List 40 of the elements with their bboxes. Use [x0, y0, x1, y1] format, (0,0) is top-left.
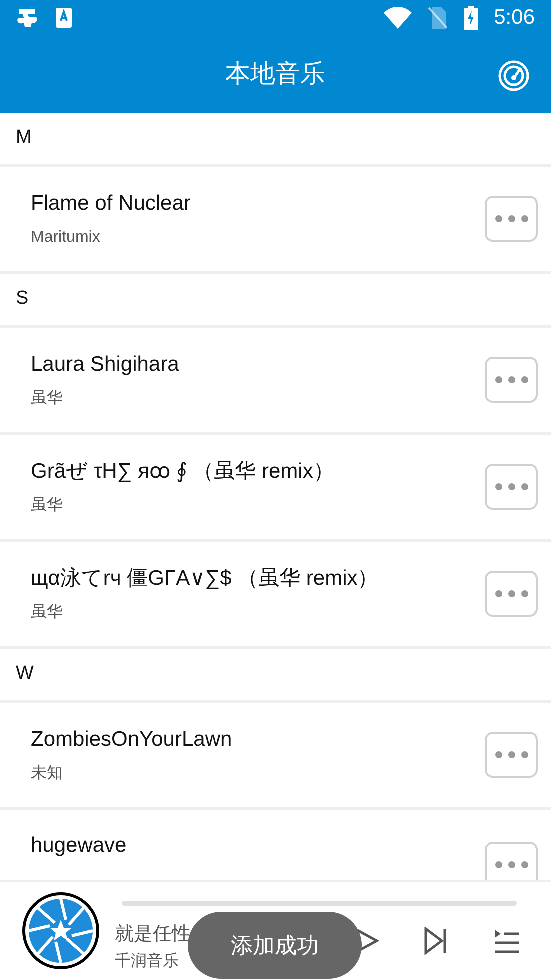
radar-icon[interactable] [498, 60, 530, 92]
track-artist: 千润音乐 [115, 952, 179, 972]
playlist-icon[interactable] [494, 929, 520, 955]
more-button[interactable] [485, 196, 538, 242]
more-icon [494, 751, 528, 759]
more-icon [494, 376, 528, 384]
skip-next-icon[interactable] [424, 927, 448, 955]
toast-message: 添加成功 [231, 932, 319, 960]
page-title: 本地音乐 [226, 58, 326, 90]
more-button[interactable] [485, 571, 538, 617]
song-artist: Maritumix [31, 228, 102, 248]
more-button[interactable] [485, 357, 538, 403]
song-artist: 虽华 [31, 496, 64, 516]
song-title[interactable]: hugewave [31, 830, 485, 862]
keyboard-icon [56, 8, 72, 28]
section-letter: S [16, 287, 29, 312]
song-artist: 虽华 [31, 388, 64, 409]
more-icon [494, 861, 528, 869]
song-title[interactable]: щα泳てrч 僵GΓA∨∑$ （虽华 remix） [31, 563, 485, 595]
song-artist: 未知 [31, 764, 64, 784]
more-icon [494, 483, 528, 491]
more-icon [494, 215, 528, 223]
more-button[interactable] [485, 842, 538, 880]
album-art[interactable] [22, 892, 100, 970]
song-artist: 虽华 [31, 602, 64, 623]
song-title[interactable]: Grãぜ τH∑ яꝏ ∮ （虽华 remix） [31, 456, 485, 488]
section-letter: M [16, 126, 32, 150]
track-title: 就是任性 [115, 923, 191, 947]
app-icon [16, 7, 40, 29]
section-letter: W [16, 662, 34, 686]
no-sim-icon [428, 7, 448, 29]
more-button[interactable] [485, 464, 538, 510]
more-button[interactable] [485, 732, 538, 778]
more-icon [494, 590, 528, 598]
song-title[interactable]: Flame of Nuclear [31, 188, 485, 220]
wifi-icon [384, 7, 412, 29]
status-time: 5:06 [494, 5, 535, 32]
song-title[interactable]: ZombiesOnYourLawn [31, 724, 485, 756]
battery-icon [464, 6, 478, 30]
song-title[interactable]: Laura Shigihara [31, 349, 485, 381]
